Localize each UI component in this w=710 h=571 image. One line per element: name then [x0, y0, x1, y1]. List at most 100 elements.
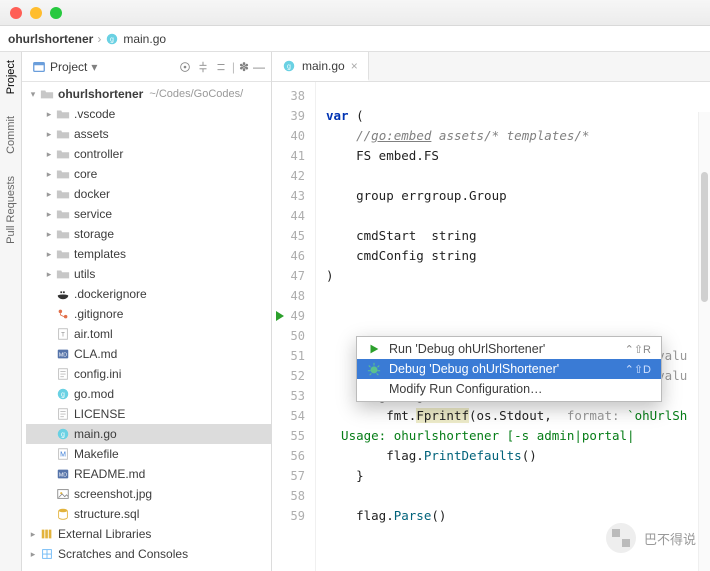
code-line[interactable]: [316, 486, 710, 506]
ctx-debug[interactable]: Debug 'Debug ohUrlShortener' ⌃⇧D: [357, 359, 661, 379]
crumb-file[interactable]: g main.go: [105, 32, 166, 46]
tree-file[interactable]: M Makefile: [26, 444, 271, 464]
tree-root-hint: ~/Codes/GoCodes/: [149, 88, 243, 100]
code-line[interactable]: cmdStart string: [316, 226, 710, 246]
tree-file[interactable]: .dockerignore: [26, 284, 271, 304]
gutter-line[interactable]: 44: [272, 206, 315, 226]
tool-tab-pull-requests[interactable]: Pull Requests: [5, 172, 17, 248]
code-line[interactable]: group errgroup.Group: [316, 186, 710, 206]
tree-scratches[interactable]: ▸ Scratches and Consoles: [26, 544, 271, 564]
tree-folder[interactable]: ▸ storage: [26, 224, 271, 244]
library-icon: [38, 527, 56, 541]
editor-gutter[interactable]: 3839404142434445464748495051525354555657…: [272, 82, 316, 571]
code-line[interactable]: [316, 206, 710, 226]
chevron-right-icon: ›: [97, 32, 101, 46]
tree-folder[interactable]: ▸ .vscode: [26, 104, 271, 124]
gutter-line[interactable]: 59: [272, 506, 315, 526]
chevron-right-icon: ▸: [44, 109, 54, 120]
tree-file[interactable]: screenshot.jpg: [26, 484, 271, 504]
code-line[interactable]: [316, 166, 710, 186]
gutter-line[interactable]: 51: [272, 346, 315, 366]
tree-folder[interactable]: ▸ docker: [26, 184, 271, 204]
gutter-line[interactable]: 56: [272, 446, 315, 466]
gutter-line[interactable]: 49: [272, 306, 315, 326]
close-window-button[interactable]: [10, 7, 22, 19]
tool-tab-project[interactable]: Project: [5, 56, 17, 98]
code-line[interactable]: [316, 306, 710, 326]
gutter-line[interactable]: 58: [272, 486, 315, 506]
collapse-all-icon[interactable]: [214, 59, 228, 74]
tree-folder[interactable]: ▸ service: [26, 204, 271, 224]
tool-tab-commit[interactable]: Commit: [5, 112, 17, 158]
code-line[interactable]: Usage: ohurlshortener [-s admin|portal|: [316, 426, 710, 446]
tree-external-libraries[interactable]: ▸ External Libraries: [26, 524, 271, 544]
tool-window-rail: Project Commit Pull Requests: [0, 52, 22, 571]
gutter-line[interactable]: 41: [272, 146, 315, 166]
editor-tab-label: main.go: [302, 59, 345, 73]
crumb-root[interactable]: ohurlshortener: [8, 32, 93, 46]
code-line[interactable]: cmdConfig string: [316, 246, 710, 266]
code-line[interactable]: var (: [316, 106, 710, 126]
gutter-line[interactable]: 47: [272, 266, 315, 286]
gutter-line[interactable]: 54: [272, 406, 315, 426]
project-tree[interactable]: ▾ ohurlshortener ~/Codes/GoCodes/ ▸ .vsc…: [22, 82, 271, 571]
tree-root[interactable]: ▾ ohurlshortener ~/Codes/GoCodes/: [26, 84, 271, 104]
tree-item-label: External Libraries: [58, 527, 151, 541]
tree-folder[interactable]: ▸ templates: [26, 244, 271, 264]
tree-folder[interactable]: ▸ assets: [26, 124, 271, 144]
tree-folder[interactable]: ▸ core: [26, 164, 271, 184]
ctx-run[interactable]: Run 'Debug ohUrlShortener' ⌃⇧R: [357, 339, 661, 359]
gear-icon[interactable]: ✽: [239, 60, 249, 74]
gutter-line[interactable]: 52: [272, 366, 315, 386]
tree-item-label: screenshot.jpg: [74, 487, 152, 501]
ctx-modify-config[interactable]: Modify Run Configuration…: [357, 379, 661, 399]
code-line[interactable]: flag.PrintDefaults(): [316, 446, 710, 466]
expand-all-icon[interactable]: [196, 59, 210, 74]
window-titlebar: [0, 0, 710, 26]
gutter-line[interactable]: 55: [272, 426, 315, 446]
gutter-line[interactable]: 48: [272, 286, 315, 306]
gutter-line[interactable]: 39: [272, 106, 315, 126]
editor-scrollbar[interactable]: [698, 112, 710, 571]
gutter-line[interactable]: 40: [272, 126, 315, 146]
tree-folder[interactable]: ▸ utils: [26, 264, 271, 284]
file-icon: [54, 287, 72, 301]
code-line[interactable]: [316, 86, 710, 106]
gutter-line[interactable]: 50: [272, 326, 315, 346]
gutter-line[interactable]: 43: [272, 186, 315, 206]
tree-file[interactable]: T air.toml: [26, 324, 271, 344]
tree-file[interactable]: MD README.md: [26, 464, 271, 484]
folder-icon: [54, 247, 72, 261]
tree-file[interactable]: MD CLA.md: [26, 344, 271, 364]
hide-panel-icon[interactable]: —: [253, 60, 265, 74]
code-line[interactable]: fmt.Fprintf(os.Stdout, format: `ohUrlSh: [316, 406, 710, 426]
editor-area: g main.go × 3839404142434445464748495051…: [272, 52, 710, 571]
code-line[interactable]: [316, 286, 710, 306]
project-view-select[interactable]: Project ▾: [28, 58, 101, 76]
code-line[interactable]: //go:embed assets/* templates/*: [316, 126, 710, 146]
locate-icon[interactable]: [178, 59, 192, 74]
gutter-line[interactable]: 53: [272, 386, 315, 406]
editor-tabbar: g main.go ×: [272, 52, 710, 82]
maximize-window-button[interactable]: [50, 7, 62, 19]
code-line[interactable]: FS embed.FS: [316, 146, 710, 166]
tree-file[interactable]: .gitignore: [26, 304, 271, 324]
tree-file[interactable]: structure.sql: [26, 504, 271, 524]
tree-file[interactable]: g main.go: [26, 424, 271, 444]
gutter-line[interactable]: 57: [272, 466, 315, 486]
gutter-line[interactable]: 46: [272, 246, 315, 266]
tree-file[interactable]: g go.mod: [26, 384, 271, 404]
tree-file[interactable]: LICENSE: [26, 404, 271, 424]
gutter-line[interactable]: 38: [272, 86, 315, 106]
tree-file[interactable]: config.ini: [26, 364, 271, 384]
editor-tab-main-go[interactable]: g main.go ×: [272, 52, 369, 81]
gutter-line[interactable]: 42: [272, 166, 315, 186]
close-icon[interactable]: ×: [351, 59, 358, 73]
tree-item-label: config.ini: [74, 367, 121, 381]
code-line[interactable]: ): [316, 266, 710, 286]
code-line[interactable]: }: [316, 466, 710, 486]
tree-folder[interactable]: ▸ controller: [26, 144, 271, 164]
gutter-line[interactable]: 45: [272, 226, 315, 246]
minimize-window-button[interactable]: [30, 7, 42, 19]
editor-code[interactable]: var ( //go:embed assets/* templates/* FS…: [316, 82, 710, 571]
